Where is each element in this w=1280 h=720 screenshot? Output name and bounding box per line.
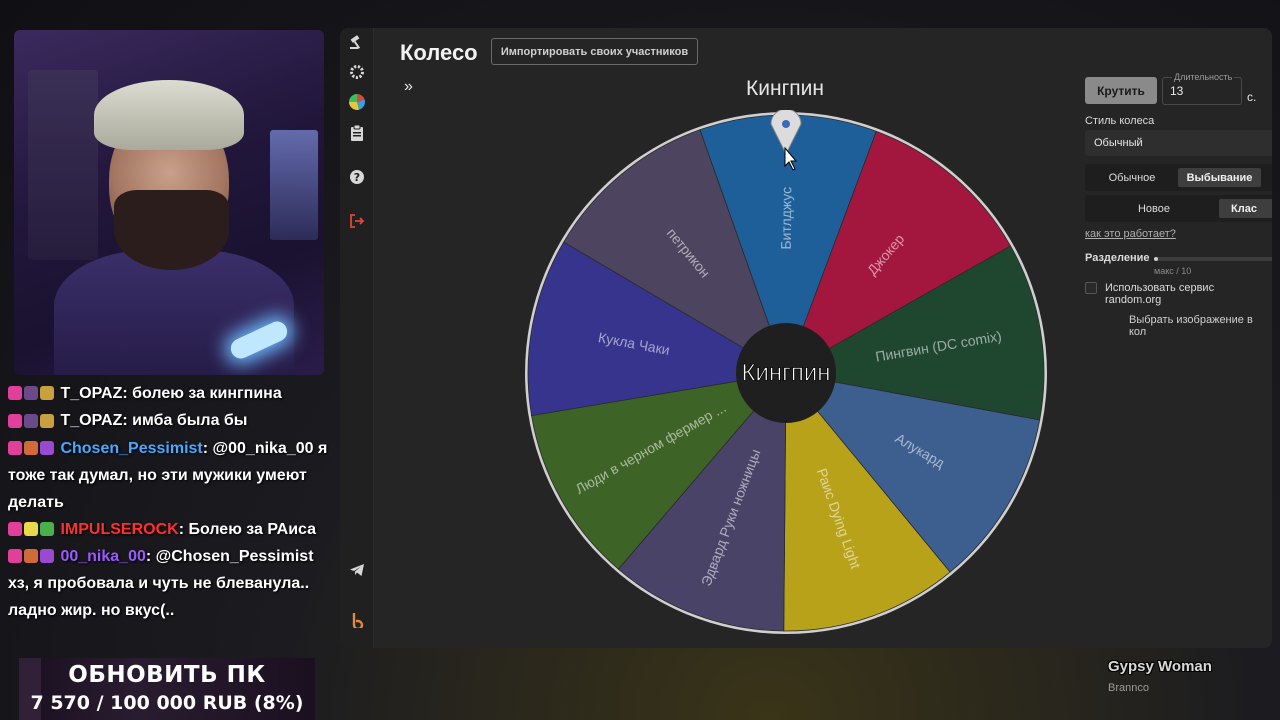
variant-new-option[interactable]: Новое (1089, 199, 1219, 218)
choose-image-label[interactable]: Выбрать изображение в кол (1129, 314, 1272, 338)
variant-toggle: Новое Клас (1085, 195, 1272, 222)
variant-classic-option[interactable]: Клас (1219, 199, 1272, 218)
flower-badge-icon (24, 549, 38, 564)
sidebar: ? (340, 28, 374, 648)
cookie-badge-icon (24, 440, 38, 455)
page-title: Колесо (400, 40, 478, 65)
help-icon[interactable]: ? (345, 165, 369, 189)
webcam-person-cap (94, 80, 244, 150)
split-slider-hint: макс / 10 (1154, 266, 1192, 276)
chat-text: имба была бы (132, 412, 248, 430)
brand-icon[interactable] (345, 608, 369, 632)
crown-badge-icon (40, 522, 54, 537)
sub-badge-icon (8, 522, 22, 537)
chat-message: IMPULSEROCK: Болею за РАиса (8, 516, 333, 543)
how-it-works-link[interactable]: как это работает? (1085, 228, 1176, 240)
now-playing-artist: Brannco (1108, 682, 1149, 694)
chat-username[interactable]: T_OPAZ (60, 412, 122, 429)
expand-panel-icon[interactable]: » (404, 78, 413, 96)
random-org-checkbox[interactable] (1085, 282, 1097, 294)
wheel-app-window: ? Колесо Импортировать своих участников … (340, 28, 1272, 648)
spin-button[interactable]: Крутить (1085, 77, 1157, 104)
gavel-icon[interactable] (345, 30, 369, 54)
crown-badge-icon (40, 549, 54, 564)
wheel-style-label: Стиль колеса (1085, 115, 1155, 127)
sub-badge-icon (8, 386, 22, 401)
chat-badges (8, 408, 56, 435)
sub-badge-icon (8, 549, 22, 564)
gear-icon[interactable] (345, 60, 369, 84)
bits-badge-icon (40, 413, 54, 428)
duration-unit: с. (1247, 90, 1257, 104)
chat-username[interactable]: T_OPAZ (60, 385, 122, 402)
mode-toggle: Обычное Выбывание (1085, 164, 1272, 191)
chat-panel: T_OPAZ: болею за кингпина T_OPAZ: имба б… (8, 380, 333, 624)
wheel-style-value[interactable]: Обычный (1094, 137, 1143, 149)
chat-badges (8, 516, 56, 543)
donation-goal-title: ОБНОВИТЬ ПК (68, 662, 266, 688)
skull-badge-icon (24, 386, 38, 401)
webcam-video (14, 30, 324, 375)
chat-message: Chosen_Pessimist: @00_nika_00 я тоже так… (8, 435, 333, 516)
chat-text: Болею за РАиса (188, 520, 317, 538)
chat-message: T_OPAZ: имба была бы (8, 407, 333, 434)
chat-badges (8, 380, 56, 407)
prize-wheel[interactable]: БитлджусДжокерПингвин (DC comix)АлукардР… (523, 110, 1049, 636)
webcam-shelf (28, 70, 98, 260)
import-participants-button[interactable]: Импортировать своих участников (491, 38, 698, 65)
chat-badges (8, 543, 56, 570)
duration-label: Длительность (1172, 72, 1235, 82)
chat-username[interactable]: IMPULSEROCK (60, 521, 178, 538)
mode-elimination-option[interactable]: Выбывание (1178, 168, 1261, 187)
wheel-segment-label: Битлджус (778, 187, 795, 250)
pie-chart-icon[interactable] (345, 90, 369, 114)
wheel-winner-label: Кингпин (746, 77, 824, 100)
clipboard-icon[interactable] (345, 121, 369, 145)
chat-username[interactable]: Chosen_Pessimist (60, 440, 202, 457)
now-playing-title: Gypsy Woman (1108, 658, 1212, 675)
sub-badge-icon (8, 413, 22, 428)
wheel-center-label: Кингпин (741, 359, 830, 386)
duration-value[interactable]: 13 (1170, 84, 1183, 98)
chat-badges (8, 435, 56, 462)
bits-badge-icon (40, 386, 54, 401)
mode-normal-option[interactable]: Обычное (1089, 168, 1175, 187)
chat-text: болею за кингпина (132, 385, 282, 402)
logout-icon[interactable] (345, 209, 369, 233)
split-slider-track[interactable] (1154, 257, 1272, 261)
skull-badge-icon (24, 413, 38, 428)
random-org-label: Использовать сервис random.org (1105, 282, 1215, 306)
donation-goal-amount: 7 570 / 100 000 RUB (8%) (30, 692, 304, 714)
chat-username[interactable]: 00_nika_00 (60, 548, 145, 565)
donation-goal: ОБНОВИТЬ ПК 7 570 / 100 000 RUB (8%) (19, 658, 315, 720)
webcam-monitor (270, 130, 318, 240)
sub-badge-icon (8, 440, 22, 455)
chat-message: T_OPAZ: болею за кингпина (8, 380, 333, 407)
webcam-person-beard (114, 190, 229, 270)
star-badge-icon (24, 522, 38, 537)
envelope-badge-icon (40, 440, 54, 455)
split-slider-thumb[interactable] (1154, 257, 1158, 261)
split-label: Разделение (1085, 252, 1150, 264)
svg-text:?: ? (354, 171, 360, 184)
telegram-icon[interactable] (345, 558, 369, 582)
chat-message: 00_nika_00: @Chosen_Pessimist хз, я проб… (8, 543, 333, 624)
